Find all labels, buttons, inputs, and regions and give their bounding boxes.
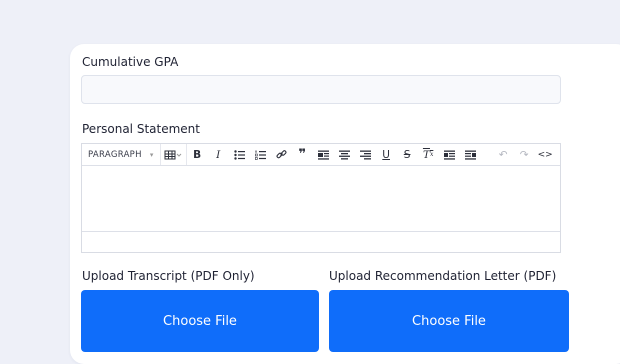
align-center-icon[interactable] bbox=[334, 144, 355, 165]
bold-icon[interactable]: B bbox=[187, 144, 208, 165]
gpa-label: Cumulative GPA bbox=[82, 55, 179, 69]
paragraph-format-select[interactable]: PARAGRAPH ▾ bbox=[82, 144, 161, 165]
undo-icon[interactable]: ↶ bbox=[493, 144, 514, 165]
source-code-icon[interactable]: <> bbox=[535, 144, 556, 165]
rich-text-editor[interactable]: PARAGRAPH ▾ B I ❞ U S Tx ↶ ↷ <> bbox=[81, 143, 561, 253]
chevron-down-icon: ▾ bbox=[149, 150, 154, 159]
strikethrough-icon[interactable]: S bbox=[397, 144, 418, 165]
paragraph-format-label: PARAGRAPH bbox=[88, 149, 142, 160]
editor-statusbar bbox=[82, 231, 560, 252]
personal-statement-label: Personal Statement bbox=[82, 122, 200, 136]
link-icon[interactable] bbox=[271, 144, 292, 165]
redo-icon[interactable]: ↷ bbox=[514, 144, 535, 165]
transcript-choose-file-button[interactable]: Choose File bbox=[81, 290, 319, 352]
align-left-icon[interactable] bbox=[313, 144, 334, 165]
blockquote-icon[interactable]: ❞ bbox=[292, 144, 313, 165]
underline-icon[interactable]: U bbox=[376, 144, 397, 165]
align-right-icon[interactable] bbox=[355, 144, 376, 165]
editor-content-area[interactable] bbox=[82, 166, 560, 232]
table-icon[interactable] bbox=[161, 144, 187, 165]
italic-icon[interactable]: I bbox=[208, 144, 229, 165]
recommendation-label: Upload Recommendation Letter (PDF) bbox=[329, 269, 557, 283]
numbered-list-icon[interactable] bbox=[250, 144, 271, 165]
outdent-icon[interactable] bbox=[460, 144, 481, 165]
recommendation-choose-file-button[interactable]: Choose File bbox=[329, 290, 569, 352]
gpa-input[interactable] bbox=[81, 75, 561, 104]
editor-toolbar: PARAGRAPH ▾ B I ❞ U S Tx ↶ ↷ <> bbox=[82, 144, 560, 166]
clear-format-icon[interactable]: Tx bbox=[418, 144, 439, 165]
indent-icon[interactable] bbox=[439, 144, 460, 165]
bullet-list-icon[interactable] bbox=[229, 144, 250, 165]
transcript-label: Upload Transcript (PDF Only) bbox=[82, 269, 255, 283]
